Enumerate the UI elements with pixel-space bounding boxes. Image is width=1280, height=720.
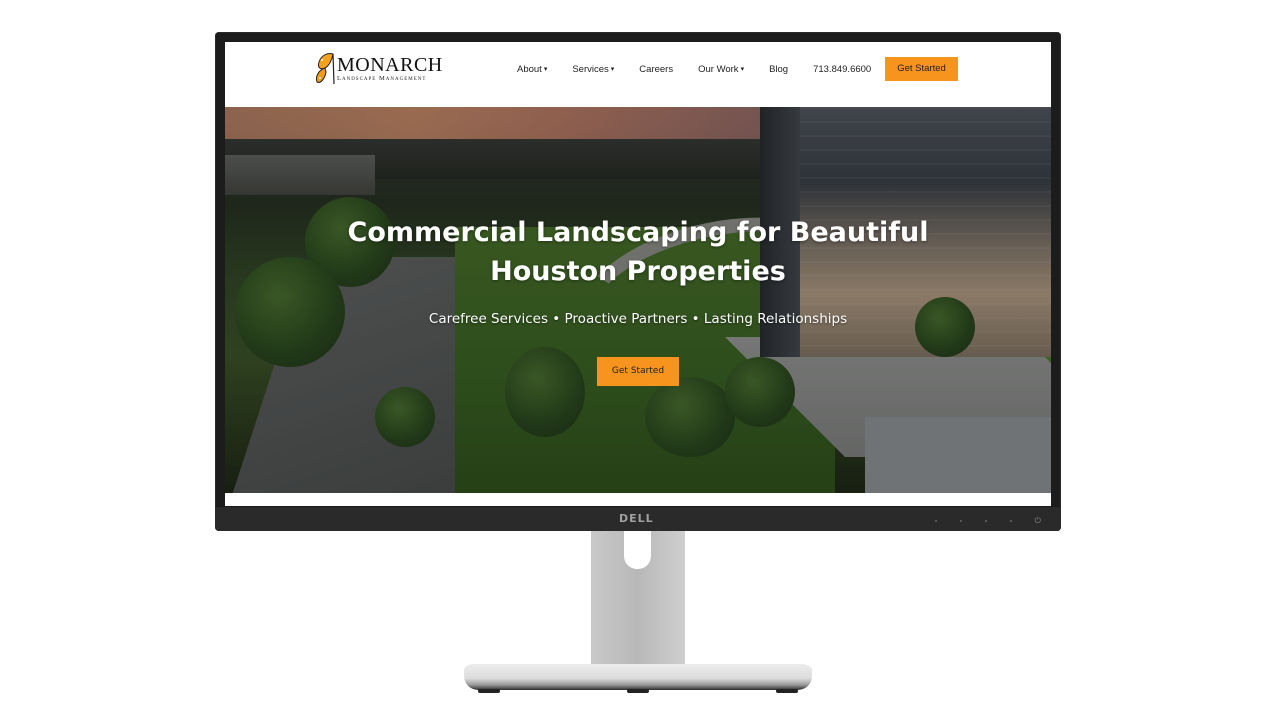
- nav-label: About: [517, 63, 542, 75]
- logo-name: MONARCH: [337, 53, 443, 76]
- hero-subtitle: Carefree Services • Proactive Partners •…: [428, 311, 848, 327]
- monitor-frame: MONARCH Landscape Management About ▾ Ser…: [215, 32, 1061, 531]
- site-logo[interactable]: MONARCH Landscape Management: [313, 50, 443, 86]
- hero-overlay: [225, 107, 1051, 493]
- caret-down-icon: ▾: [610, 66, 615, 73]
- caret-down-icon: ▾: [543, 66, 548, 73]
- monitor-button[interactable]: [1009, 520, 1012, 522]
- main-nav: About ▾ Services ▾ Careers Our Work ▾ Bl…: [517, 57, 958, 81]
- monitor-buttons: ⏻: [934, 517, 1041, 525]
- nav-item-careers[interactable]: Careers: [639, 64, 673, 75]
- caret-down-icon: ▾: [740, 66, 745, 73]
- monitor-button[interactable]: [959, 520, 962, 522]
- dell-logo: DELL: [619, 512, 654, 525]
- nav-item-blog[interactable]: Blog: [769, 64, 788, 75]
- cable-hole: [624, 531, 651, 569]
- below-fold-section: [225, 493, 1051, 506]
- logo-tagline: Landscape Management: [337, 74, 427, 82]
- hero-title: Commercial Landscaping for Beautiful Hou…: [225, 213, 1051, 291]
- stand-foot: [776, 689, 798, 693]
- phone-link[interactable]: 713.849.6600: [813, 64, 871, 75]
- nav-label: Careers: [639, 63, 674, 75]
- stand-foot: [478, 689, 500, 693]
- browser-viewport: MONARCH Landscape Management About ▾ Ser…: [225, 42, 1051, 506]
- monitor-bezel: DELL ⏻: [215, 506, 1061, 531]
- nav-item-our-work[interactable]: Our Work ▾: [698, 64, 744, 75]
- nav-item-services[interactable]: Services ▾: [572, 64, 614, 75]
- hero-get-started-button[interactable]: Get Started: [597, 357, 679, 386]
- monitor-button[interactable]: [984, 520, 987, 522]
- nav-label: Blog: [769, 63, 789, 75]
- header-get-started-button[interactable]: Get Started: [885, 57, 958, 81]
- nav-label: Services: [572, 63, 609, 75]
- hero-title-line-1: Commercial Landscaping for Beautiful: [347, 217, 929, 248]
- monitor-button[interactable]: [934, 520, 937, 522]
- hero-title-line-2: Houston Properties: [490, 256, 786, 287]
- nav-label: Our Work: [698, 63, 739, 75]
- stand-foot: [627, 689, 649, 693]
- site-header: MONARCH Landscape Management About ▾ Ser…: [225, 42, 1051, 107]
- butterfly-icon: [316, 53, 335, 85]
- nav-item-about[interactable]: About ▾: [517, 64, 547, 75]
- hero-section: Commercial Landscaping for Beautiful Hou…: [225, 107, 1051, 493]
- monitor-stand-base: [464, 664, 812, 693]
- power-icon[interactable]: ⏻: [1035, 517, 1041, 525]
- monitor-stand-neck: [591, 531, 685, 667]
